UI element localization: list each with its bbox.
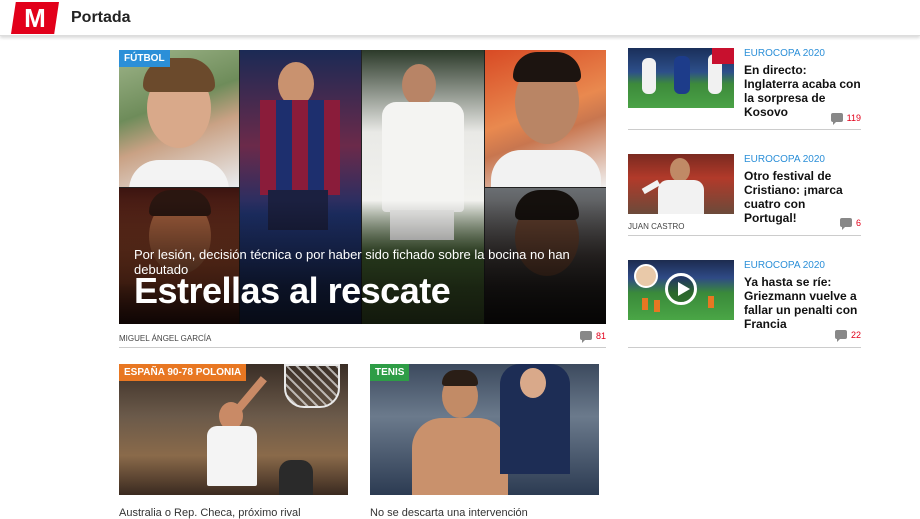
side-story-1-image[interactable] [628, 48, 734, 108]
lead-headline[interactable]: Estrellas al rescate [134, 270, 451, 312]
lead-footer: MIGUEL ÁNGEL GARCÍA 81 [119, 331, 606, 348]
site-header: M Portada [0, 0, 920, 36]
basketball-story-image[interactable] [119, 364, 348, 495]
side-story-1-comments[interactable]: 119 [830, 113, 861, 125]
comment-icon [839, 218, 852, 230]
side-story-1-category[interactable]: EUROCOPA 2020 [744, 48, 825, 59]
section-title[interactable]: Portada [71, 9, 131, 27]
tennis-story-caption[interactable]: No se descarta una intervención [370, 507, 528, 519]
category-tag-tenis[interactable]: TENIS [370, 364, 410, 381]
side-story-2-author: JUAN CASTRO [628, 222, 685, 231]
side-story-2[interactable]: EUROCOPA 2020 Otro festival de Cristiano… [628, 154, 861, 236]
side-story-3-video-thumbnail[interactable] [628, 260, 734, 320]
lead-author: MIGUEL ÁNGEL GARCÍA [119, 334, 212, 343]
comment-icon [579, 331, 592, 343]
side-story-2-comments-number: 6 [855, 218, 861, 228]
category-tag-espana[interactable]: ESPAÑA 90-78 POLONIA [119, 364, 247, 381]
lead-comments-number: 81 [595, 331, 606, 341]
player-photo-4 [485, 50, 606, 187]
side-story-2-image[interactable] [628, 154, 734, 214]
side-story-2-category[interactable]: EUROCOPA 2020 [744, 154, 825, 165]
side-story-2-headline[interactable]: Otro festival de Cristiano: ¡marca cuatr… [744, 169, 861, 225]
comment-icon [834, 330, 847, 342]
basketball-story-caption[interactable]: Australia o Rep. Checa, próximo rival [119, 507, 301, 519]
side-story-1[interactable]: EUROCOPA 2020 En directo: Inglaterra aca… [628, 48, 861, 130]
player-photo-1 [119, 50, 239, 187]
comment-icon [830, 113, 843, 125]
play-icon[interactable] [665, 273, 697, 305]
category-tag-futbol[interactable]: FÚTBOL [119, 50, 170, 67]
side-story-1-headline[interactable]: En directo: Inglaterra acaba con la sorp… [744, 63, 861, 119]
side-story-3-headline[interactable]: Ya hasta se ríe: Griezmann vuelve a fall… [744, 275, 861, 331]
tennis-story-image[interactable] [370, 364, 599, 495]
lead-comment-count[interactable]: 81 [579, 331, 606, 343]
side-story-3-comments[interactable]: 22 [834, 330, 861, 342]
marca-logo[interactable]: M [11, 2, 59, 34]
side-story-3-category[interactable]: EUROCOPA 2020 [744, 260, 825, 271]
side-story-1-comments-number: 119 [846, 113, 861, 123]
side-story-3-comments-number: 22 [850, 330, 861, 340]
side-story-2-comments[interactable]: 6 [839, 218, 861, 230]
side-story-3[interactable]: EUROCOPA 2020 Ya hasta se ríe: Griezmann… [628, 260, 861, 348]
